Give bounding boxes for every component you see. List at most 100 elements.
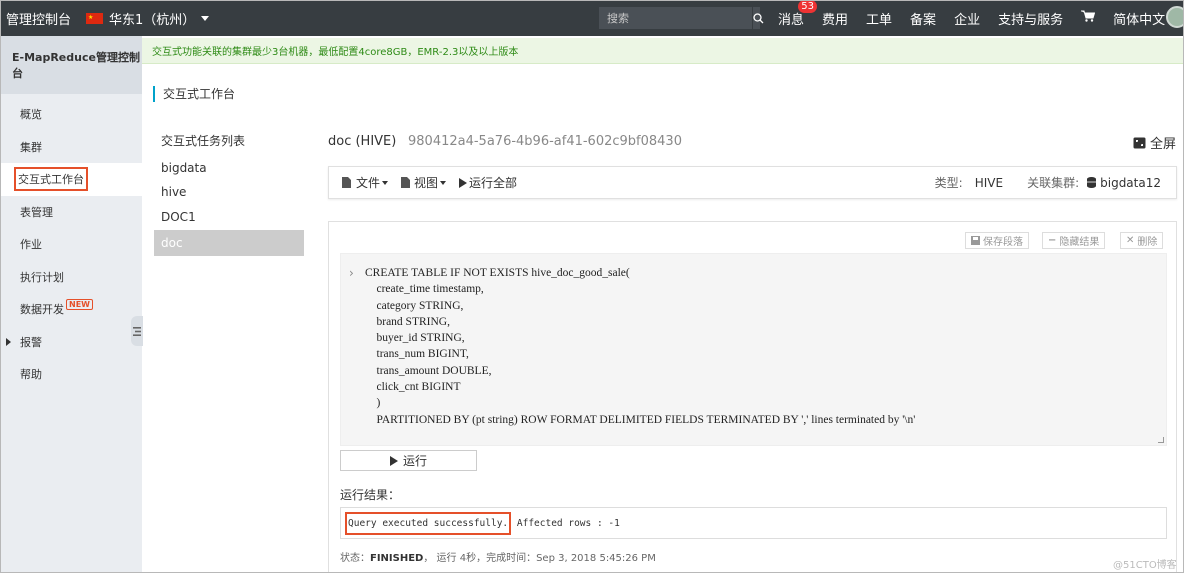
run-label: 运行 [402,454,427,468]
sidebar-item-overview[interactable]: 概览 [0,98,142,131]
save-paragraph-button[interactable]: 保存段落 [965,232,1029,249]
search-box [599,7,764,29]
sidebar-item-label: 执行计划 [20,270,64,284]
sidebar-item-label: 报警 [20,335,42,349]
run-all-button[interactable]: 运行全部 [459,174,517,191]
type-value: HIVE [974,175,1004,190]
nav-billing[interactable]: 费用 [822,9,848,28]
task-item-doc1[interactable]: DOC1 [154,204,304,230]
result-affected-rows: Affected rows : -1 [511,517,620,529]
fullscreen-button[interactable]: 全屏 [1133,133,1176,152]
sidebar-item-label: 帮助 [20,368,42,382]
hide-result-button[interactable]: − 隐藏结果 [1042,232,1106,249]
type-label: 类型: [934,176,963,190]
paragraph-card: 保存段落 − 隐藏结果 ✕ 删除 › CREATE TABLE IF NOT E… [328,221,1177,573]
save-icon [971,236,980,245]
sidebar-item-label: 作业 [20,238,42,252]
page-title: 交互式工作台 [153,86,235,102]
run-button[interactable]: 运行 [340,450,477,471]
status-details: ， 运行 4秒，完成时间：Sep 3, 2018 5:45:26 PM [423,553,656,564]
minus-icon: − [1048,235,1057,246]
watermark: @51CTO博客 [1113,560,1177,571]
sidebar: E-MapReduce管理控制台 概览 集群 交互式工作台 表管理 作业 执行计… [0,36,142,573]
cluster-value: bigdata12 [1100,175,1161,190]
sidebar-item-data-dev[interactable]: 数据开发 NEW [0,293,142,326]
status-line: 状态：FINISHED， 运行 4秒，完成时间：Sep 3, 2018 5:45… [340,549,656,564]
cluster-label: 关联集群: [1027,176,1080,190]
fullscreen-icon [1133,137,1146,148]
sidebar-item-label: 表管理 [20,205,53,219]
delete-label: 删除 [1137,237,1158,248]
sidebar-title: E-MapReduce管理控制台 [0,36,142,94]
view-menu[interactable]: 视图 [401,174,447,191]
result-label: 运行结果： [340,488,401,502]
nav-enterprise[interactable]: 企业 [954,9,980,28]
file-menu[interactable]: 文件 [342,174,389,191]
sidebar-item-execution-plans[interactable]: 执行计划 [0,261,142,294]
cluster-selector[interactable]: bigdata12 [1087,176,1166,190]
notebook-toolbar: 文件 视图 运行全部 类型: HIVE 关联集群: bigdata12 [328,166,1177,199]
china-flag-icon: ★ [86,12,103,24]
sidebar-item-help[interactable]: 帮助 [0,358,142,391]
nav-tickets[interactable]: 工单 [866,9,892,28]
file-menu-label: 文件 [356,176,381,190]
play-icon [389,455,398,466]
top-nav: 消息 53 费用 工单 备案 企业 支持与服务 简体中文 [778,0,1183,36]
console-brand[interactable]: 管理控制台 [0,9,82,28]
doc-title: doc (HIVE) [328,134,397,149]
sidebar-item-label: 概览 [20,108,42,122]
task-list-heading: 交互式任务列表 [161,134,246,148]
sidebar-item-label: 数据开发 [20,303,64,317]
sidebar-collapse-icon[interactable] [131,316,143,346]
save-paragraph-label: 保存段落 [983,237,1023,248]
database-icon [1087,177,1097,188]
task-item-doc[interactable]: doc [154,230,304,256]
nav-messages[interactable]: 消息 53 [778,0,818,28]
sidebar-item-clusters[interactable]: 集群 [0,131,142,164]
status-prefix: 状态： [340,553,370,564]
hide-result-label: 隐藏结果 [1059,237,1100,248]
new-badge: NEW [66,298,93,310]
task-item-bigdata[interactable]: bigdata [154,155,304,181]
play-icon [459,177,468,188]
nav-icp[interactable]: 备案 [910,9,936,28]
code-text: CREATE TABLE IF NOT EXISTS hive_doc_good… [365,267,916,426]
chevron-right-icon: › [349,266,354,280]
doc-id: 980412a4-5a76-4b96-af41-602c9bf08430 [408,134,682,149]
toolbar-info: 类型: HIVE 关联集群: bigdata12 [935,174,1166,191]
message-count-badge: 53 [798,0,818,13]
fullscreen-label: 全屏 [1150,137,1177,152]
task-item-hive[interactable]: hive [154,179,304,205]
sidebar-item-interactive-workbench[interactable]: 交互式工作台 [0,163,142,196]
nav-messages-label: 消息 [778,12,805,28]
sidebar-item-jobs[interactable]: 作业 [0,228,142,261]
sidebar-item-label: 集群 [20,140,42,154]
sidebar-item-tables[interactable]: 表管理 [0,196,142,229]
cart-icon[interactable] [1081,10,1096,26]
region-selector[interactable]: ★ 华东1（杭州） [86,9,210,28]
caret-right-icon [6,337,11,346]
notice-bar: 交互式功能关联的集群最少3台机器，最低配置4core8GB，EMR-2.3以及以… [142,38,1184,64]
caret-down-icon [440,180,447,185]
resize-handle[interactable] [1158,437,1164,443]
close-icon: ✕ [1126,235,1135,246]
region-label: 华东1（杭州） [109,12,196,28]
run-all-label: 运行全部 [469,176,518,190]
sidebar-item-label: 交互式工作台 [14,167,88,192]
caret-down-icon [382,180,389,185]
view-menu-label: 视图 [414,176,439,190]
search-icon[interactable] [752,7,764,29]
chevron-down-icon [201,15,210,21]
code-editor[interactable]: › CREATE TABLE IF NOT EXISTS hive_doc_go… [340,253,1167,446]
nav-support[interactable]: 支持与服务 [998,9,1063,28]
language-selector[interactable]: 简体中文 [1113,9,1165,28]
result-output: Query executed successfully. Affected ro… [340,507,1167,539]
sidebar-item-alerts[interactable]: 报警 [0,326,142,359]
top-bar: 管理控制台 ★ 华东1（杭州） 消息53 费用 工单 备案 企业 支持与服务 简… [0,0,1184,36]
result-success-text: Query executed successfully. [345,511,512,535]
file-icon [401,177,411,188]
search-input[interactable] [599,7,752,29]
status-value: FINISHED [370,553,424,564]
delete-paragraph-button[interactable]: ✕ 删除 [1120,232,1164,249]
avatar[interactable] [1166,6,1184,28]
